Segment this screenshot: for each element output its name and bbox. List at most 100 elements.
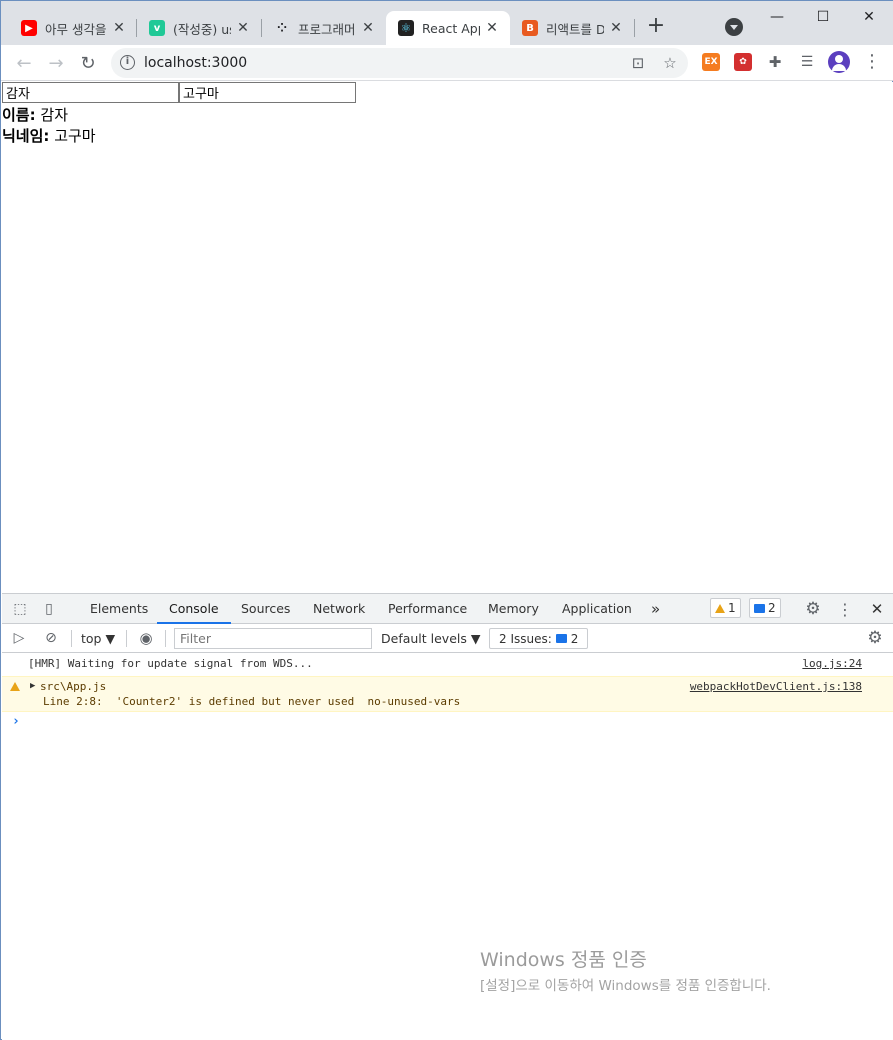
back-button[interactable]: ← — [12, 51, 36, 75]
toolbar-divider — [165, 630, 166, 647]
name-display: 이름: 감자 — [2, 104, 68, 125]
close-devtools-icon[interactable]: ✕ — [868, 600, 886, 618]
tab-title: React App — [422, 20, 480, 36]
extensions-icon[interactable]: ✚ — [766, 53, 784, 71]
browser-toolbar: ← → ↻ i localhost:3000 ⊡ ☆ EX ✿ ✚ ☰ ⋮ — [1, 45, 893, 81]
messages-badge[interactable]: 2 — [749, 598, 781, 618]
inspect-element-icon[interactable]: ⬚ — [11, 600, 29, 618]
star-icon[interactable]: ☆ — [660, 53, 680, 73]
nickname-input[interactable] — [179, 82, 356, 103]
levels-label: Default levels — [381, 631, 467, 646]
device-toolbar-icon[interactable]: ▯ — [40, 600, 58, 618]
address-bar[interactable]: i localhost:3000 ⊡ ☆ — [111, 48, 688, 78]
warning-source-link[interactable]: webpackHotDevClient.js:138 — [690, 680, 862, 693]
tab-title: 아무 생각을 — [45, 21, 107, 37]
warning-entry: ▶ src\App.js Line 2:8: 'Counter2' is def… — [2, 676, 893, 712]
react-icon: ⚛ — [398, 20, 414, 36]
tab-sources[interactable]: Sources — [241, 594, 290, 624]
console-toolbar: ▷ ⊘ top ▼ ◉ Default levels ▼ 2 Issues: 2… — [2, 624, 893, 653]
windows-activation-watermark: Windows 정품 인증 [설정]으로 이동하여 Windows를 정품 인증… — [480, 945, 771, 994]
reload-button[interactable]: ↻ — [76, 51, 100, 75]
new-tab-button[interactable]: + — [644, 15, 668, 39]
tab-elements[interactable]: Elements — [90, 594, 148, 624]
toolbar-divider — [71, 630, 72, 647]
console-prompt-icon[interactable]: › — [12, 714, 20, 729]
expand-triangle-icon[interactable]: ▶ — [30, 681, 35, 691]
tab-title: 리액트를 D — [546, 21, 604, 37]
context-selector[interactable]: top ▼ — [81, 631, 115, 646]
warning-icon — [715, 603, 725, 613]
warning-count: 1 — [728, 601, 736, 615]
url-text: localhost:3000 — [144, 55, 248, 71]
issues-label: 2 Issues: — [499, 631, 552, 646]
message-count: 2 — [768, 601, 776, 615]
log-source-link[interactable]: log.js:24 — [802, 657, 862, 670]
maximize-button[interactable]: ☐ — [800, 3, 846, 31]
ex-extension-icon[interactable]: EX — [702, 53, 720, 71]
warning-file: src\App.js — [40, 680, 107, 693]
tab-console[interactable]: Console — [157, 594, 231, 624]
minimize-button[interactable]: — — [754, 3, 800, 31]
name-value: 감자 — [40, 106, 68, 124]
name-input[interactable] — [2, 82, 179, 103]
toolbar-divider — [126, 630, 127, 647]
close-icon[interactable]: ✕ — [235, 20, 251, 36]
youtube-icon: ▶ — [21, 20, 37, 36]
name-label: 이름: — [2, 106, 36, 124]
more-tabs-icon[interactable]: » — [651, 594, 660, 624]
chrome-menu-icon[interactable]: ⋮ — [863, 53, 881, 73]
tab-strip: ▶ 아무 생각을 ✕ v (작성중) us ✕ ⁘ 프로그래머 ✕ ⚛ Reac… — [1, 1, 893, 45]
forward-button[interactable]: → — [44, 51, 68, 75]
warning-detail: Line 2:8: 'Counter2' is defined but neve… — [43, 695, 461, 708]
browser-window: ▶ 아무 생각을 ✕ v (작성중) us ✕ ⁘ 프로그래머 ✕ ⚛ Reac… — [0, 0, 893, 1040]
devtools-tabbar: ⬚ ▯ Elements Console Sources Network Per… — [2, 594, 893, 624]
puzzle-extension-icon[interactable]: ✿ — [734, 53, 752, 71]
nickname-value: 고구마 — [54, 127, 96, 145]
log-entry: [HMR] Waiting for update signal from WDS… — [2, 657, 893, 677]
tab-velog[interactable]: v (작성중) us ✕ — [137, 11, 261, 45]
tab-performance[interactable]: Performance — [388, 594, 467, 624]
translate-icon[interactable]: ⊡ — [628, 53, 648, 73]
tab-title: (작성중) us — [173, 21, 231, 37]
tab-separator — [634, 19, 635, 37]
tab-youtube[interactable]: ▶ 아무 생각을 ✕ — [9, 11, 137, 45]
site-info-icon[interactable]: i — [120, 55, 135, 70]
site-icon: B — [522, 20, 538, 36]
close-icon[interactable]: ✕ — [360, 20, 376, 36]
message-icon — [555, 634, 567, 643]
nickname-display: 닉네임: 고구마 — [2, 125, 96, 146]
warning-icon — [10, 682, 20, 691]
devtools-menu-icon[interactable]: ⋮ — [836, 600, 854, 619]
tab-react-app[interactable]: ⚛ React App ✕ — [386, 11, 510, 45]
filter-input[interactable] — [174, 628, 372, 649]
context-label: top — [81, 631, 102, 646]
tab-title: 프로그래머 — [298, 21, 356, 37]
message-icon — [754, 603, 765, 613]
warnings-badge[interactable]: 1 — [710, 598, 741, 618]
tab-network[interactable]: Network — [313, 594, 365, 624]
close-icon[interactable]: ✕ — [608, 20, 624, 36]
watermark-subtitle: [설정]으로 이동하여 Windows를 정품 인증합니다. — [480, 978, 771, 994]
profile-avatar[interactable] — [828, 51, 850, 73]
log-text: [HMR] Waiting for update signal from WDS… — [28, 657, 313, 670]
page-content: 이름: 감자 닉네임: 고구마 — [2, 82, 893, 593]
sidebar-toggle-icon[interactable]: ▷ — [10, 629, 28, 647]
tab-programmers[interactable]: ⁘ 프로그래머 ✕ — [262, 11, 386, 45]
tab-react-d[interactable]: B 리액트를 D ✕ — [510, 11, 634, 45]
nickname-label: 닉네임: — [2, 127, 50, 145]
console-settings-gear-icon[interactable]: ⚙ — [866, 628, 884, 648]
tab-search-icon[interactable] — [725, 18, 743, 36]
close-window-button[interactable]: ✕ — [846, 3, 892, 31]
velog-icon: v — [149, 20, 165, 36]
log-levels-dropdown[interactable]: Default levels ▼ — [381, 631, 480, 646]
clear-console-icon[interactable]: ⊘ — [42, 629, 60, 647]
issues-button[interactable]: 2 Issues: 2 — [489, 628, 589, 649]
settings-gear-icon[interactable]: ⚙ — [804, 599, 822, 619]
eye-icon[interactable]: ◉ — [137, 629, 155, 647]
tab-memory[interactable]: Memory — [488, 594, 539, 624]
tab-application[interactable]: Application — [562, 594, 632, 624]
issues-count: 2 — [570, 631, 579, 646]
close-icon[interactable]: ✕ — [484, 20, 500, 36]
close-icon[interactable]: ✕ — [111, 20, 127, 36]
reading-list-icon[interactable]: ☰ — [798, 53, 816, 71]
